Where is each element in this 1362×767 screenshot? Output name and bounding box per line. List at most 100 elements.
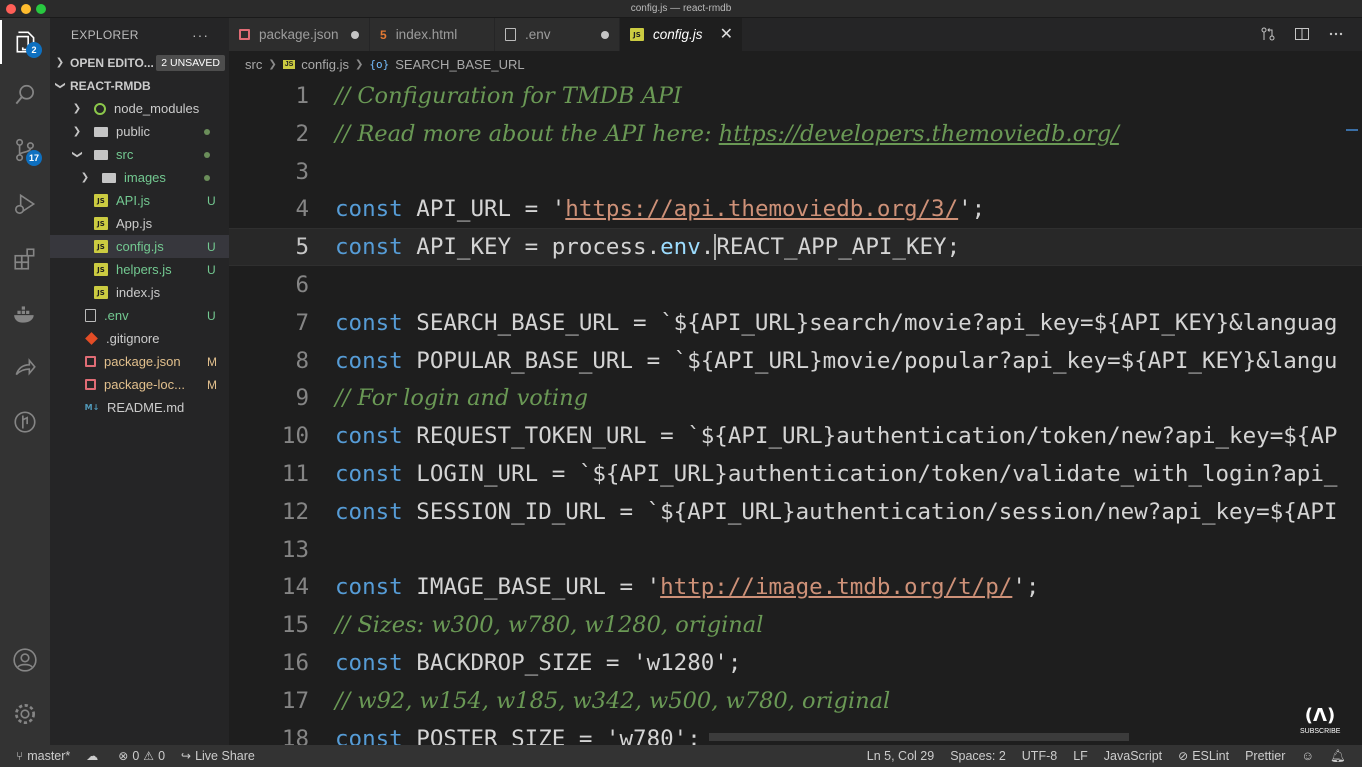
npm-file-icon	[85, 379, 96, 390]
branch-indicator[interactable]: ⑂ master*	[16, 749, 70, 763]
code-token: POSTER SIZE = 'w780':	[416, 725, 701, 745]
tree-item-src[interactable]: ❯ src	[50, 143, 229, 166]
tab-package-json[interactable]: package.json	[229, 18, 370, 51]
live-share-icon: ↪	[181, 749, 192, 763]
tree-item-gitignore[interactable]: .gitignore	[50, 327, 229, 350]
tree-item-api-js[interactable]: JS API.js U	[50, 189, 229, 212]
explorer-header: EXPLORER ···	[50, 18, 229, 51]
prettier-status[interactable]: Prettier	[1245, 749, 1285, 763]
code-line[interactable]: 15 // Sizes: w300, w780, w1280, original	[229, 606, 1362, 644]
tab-index-html[interactable]: 5 index.html	[370, 18, 495, 51]
close-tab-icon[interactable]: ✕	[720, 24, 733, 44]
tree-item-helpers-js[interactable]: JS helpers.js U	[50, 258, 229, 281]
code-line[interactable]: 16 const BACKDROP_SIZE = 'w1280';	[229, 644, 1362, 682]
code-line[interactable]: 6	[229, 266, 1362, 304]
code-token: const	[335, 309, 417, 336]
code-line[interactable]: 13	[229, 531, 1362, 569]
extensions-activity-button[interactable]	[0, 237, 50, 281]
tree-item-config-js[interactable]: JS config.js U	[50, 235, 229, 258]
live-share-button[interactable]: ↪ Live Share	[181, 749, 255, 763]
notifications-button[interactable]: 🔔︎	[1330, 749, 1346, 764]
language-mode[interactable]: JavaScript	[1104, 749, 1162, 763]
open-changes-icon[interactable]	[1260, 26, 1276, 42]
end-of-line[interactable]: LF	[1073, 749, 1088, 763]
code-line[interactable]: 4 const API_URL = 'https://api.themoviedb…	[229, 190, 1362, 228]
indentation[interactable]: Spaces: 2	[950, 749, 1006, 763]
explorer-more-icon[interactable]: ···	[192, 27, 209, 43]
code-line[interactable]: 8 const POPULAR_BASE_URL = `${API_URL}mov…	[229, 342, 1362, 380]
tree-item-node-modules[interactable]: ❯ node_modules	[50, 97, 229, 120]
code-line[interactable]: 3	[229, 153, 1362, 191]
breadcrumb-symbol[interactable]: SEARCH_BASE_URL	[395, 57, 524, 72]
feedback-button[interactable]: ☺	[1301, 749, 1314, 763]
code-line[interactable]: 5 const API_KEY = process.env.REACT_APP_A…	[229, 228, 1362, 267]
split-editor-icon[interactable]	[1294, 26, 1310, 42]
code-line[interactable]: 9 // For login and voting	[229, 379, 1362, 417]
code-editor[interactable]: 1 // Configuration for TMDB API 2 // Read m…	[229, 77, 1362, 745]
code-token: const	[335, 233, 417, 260]
tab-env[interactable]: .env	[495, 18, 620, 51]
horizontal-scrollbar[interactable]	[709, 733, 1129, 741]
tree-item-label: README.md	[107, 400, 185, 415]
live-share-activity-button[interactable]	[0, 346, 50, 390]
tree-item-readme[interactable]: M↓ README.md	[50, 396, 229, 419]
cursor-position[interactable]: Ln 5, Col 29	[867, 749, 934, 763]
code-token: https://developers.themoviedb.org/	[718, 120, 1119, 147]
git-status-dot	[204, 128, 210, 135]
tree-item-label: App.js	[116, 216, 153, 231]
code-text: // Read more about the API here: https:/…	[335, 121, 1119, 147]
code-token: // Configuration for TMDB API	[335, 83, 682, 109]
breadcrumb-folder[interactable]: src	[245, 57, 262, 72]
code-line[interactable]: 10 const REQUEST_TOKEN_URL = `${API_URL}a…	[229, 417, 1362, 455]
problems-indicator[interactable]: ⊗ 0 ⚠ 0	[118, 749, 165, 763]
project-section[interactable]: ❯ REACT-RMDB	[50, 74, 229, 97]
search-activity-button[interactable]	[0, 73, 50, 117]
accounts-activity-button[interactable]	[0, 638, 50, 682]
git-status-dot	[204, 174, 210, 181]
breadcrumb-file[interactable]: config.js	[301, 57, 349, 72]
tab-config-js[interactable]: JS config.js ✕	[620, 18, 743, 51]
explorer-badge: 2	[26, 42, 42, 58]
code-line[interactable]: 17 // w92, w154, w185, w342, w500, w780, …	[229, 682, 1362, 720]
manage-activity-button[interactable]	[0, 692, 50, 736]
env-file-icon	[85, 309, 96, 322]
code-text: // Sizes: w300, w780, w1280, original	[335, 612, 763, 638]
explorer-activity-button[interactable]: 2	[0, 20, 50, 64]
code-token: POPULAR_BASE_URL = `${API_URL}movie/popu…	[416, 347, 1338, 374]
open-editors-section[interactable]: ❯ OPEN EDITO... 2 UNSAVED	[50, 51, 229, 74]
feedback-icon: ☺	[1301, 749, 1315, 763]
code-line[interactable]: 12 const SESSION_ID_URL = `${API_URL}auth…	[229, 493, 1362, 531]
git-status-dot	[204, 151, 210, 158]
docker-activity-button[interactable]	[0, 292, 50, 336]
code-line[interactable]: 1 // Configuration for TMDB API	[229, 77, 1362, 115]
encoding[interactable]: UTF-8	[1022, 749, 1057, 763]
line-number: 15	[281, 612, 309, 639]
code-line[interactable]: 7 const SEARCH_BASE_URL = `${API_URL}sear…	[229, 304, 1362, 342]
tree-item-images[interactable]: ❯ images	[50, 166, 229, 189]
tree-item-package-json[interactable]: package.json M	[50, 350, 229, 373]
run-debug-activity-button[interactable]	[0, 182, 50, 226]
tree-item-public[interactable]: ❯ public	[50, 120, 229, 143]
code-token: https://api.themoviedb.org/3/	[565, 196, 959, 223]
code-line[interactable]: 2 // Read more about the API here: https:…	[229, 115, 1362, 153]
more-actions-icon[interactable]	[1328, 26, 1344, 42]
code-line[interactable]: 11 const LOGIN_URL = `${API_URL}authentic…	[229, 455, 1362, 493]
code-token: LOGIN_URL = `${API_URL}authentication/to…	[416, 461, 1338, 487]
git-graph-activity-button[interactable]	[0, 400, 50, 444]
unsaved-dot-icon[interactable]	[601, 31, 609, 39]
tree-item-app-js[interactable]: JS App.js	[50, 212, 229, 235]
code-token: IMAGE_BASE_URL = '	[416, 574, 661, 601]
unsaved-dot-icon[interactable]	[351, 31, 359, 39]
tree-item-env[interactable]: .env U	[50, 304, 229, 327]
tab-label: package.json	[259, 27, 339, 42]
code-line[interactable]: 14 const IMAGE_BASE_URL = 'http://image.t…	[229, 568, 1362, 606]
eslint-status[interactable]: ⊘ ESLint	[1178, 749, 1229, 763]
tree-item-label: .gitignore	[106, 331, 160, 346]
tree-item-package-lock[interactable]: package-loc... M	[50, 373, 229, 396]
source-control-activity-button[interactable]: 17	[0, 128, 50, 172]
sync-button[interactable]: ☁	[86, 749, 102, 763]
line-number: 5	[295, 234, 309, 261]
tree-item-label: public	[116, 124, 150, 139]
code-text: const SEARCH_BASE_URL = `${API_URL}searc…	[335, 310, 1337, 336]
tree-item-index-js[interactable]: JS index.js	[50, 281, 229, 304]
